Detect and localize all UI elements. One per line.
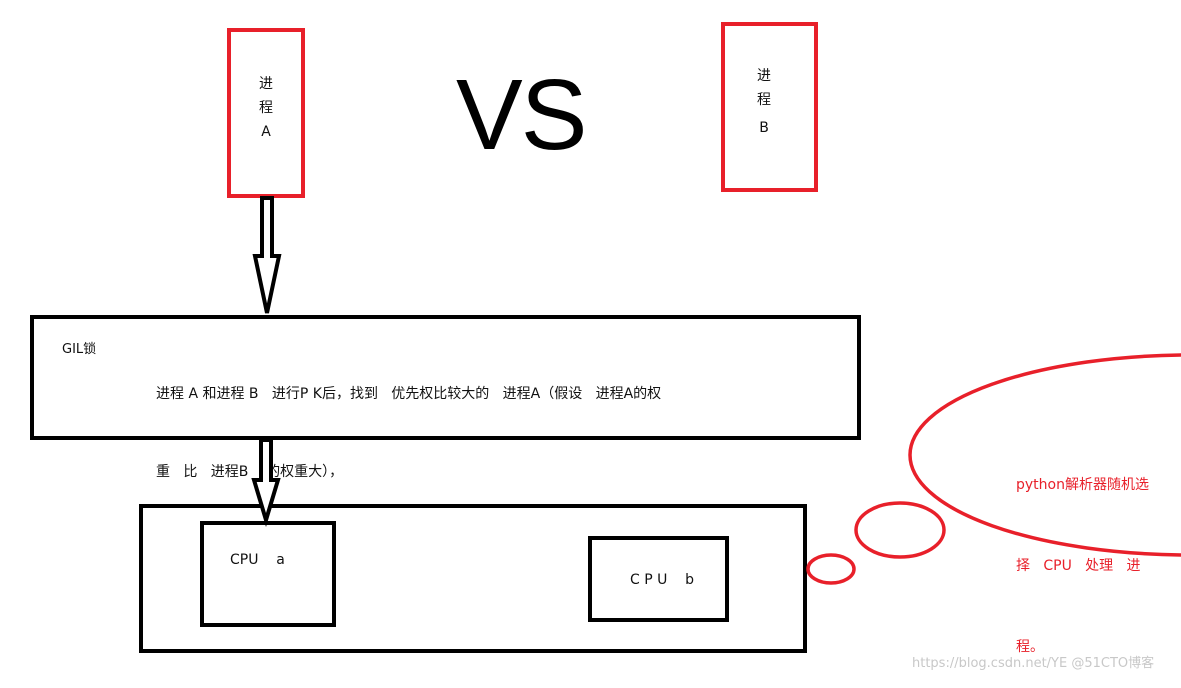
thought-bubble-small-ellipse bbox=[806, 553, 856, 585]
thought-bubble-medium-ellipse bbox=[854, 501, 946, 559]
watermark: https://blog.csdn.net/YE @51CTO博客 bbox=[912, 656, 1155, 671]
thought-bubble-text: python解析器随机选 择 CPU 处理 进 程。 bbox=[1016, 418, 1176, 688]
bubble-line2: 择 CPU 处理 进 bbox=[1016, 558, 1141, 574]
arrow-down-icon bbox=[251, 438, 281, 527]
arrow-down-icon bbox=[252, 196, 282, 314]
bubble-line1: python解析器随机选 bbox=[1016, 477, 1149, 493]
diagram-shapes bbox=[251, 196, 1181, 585]
